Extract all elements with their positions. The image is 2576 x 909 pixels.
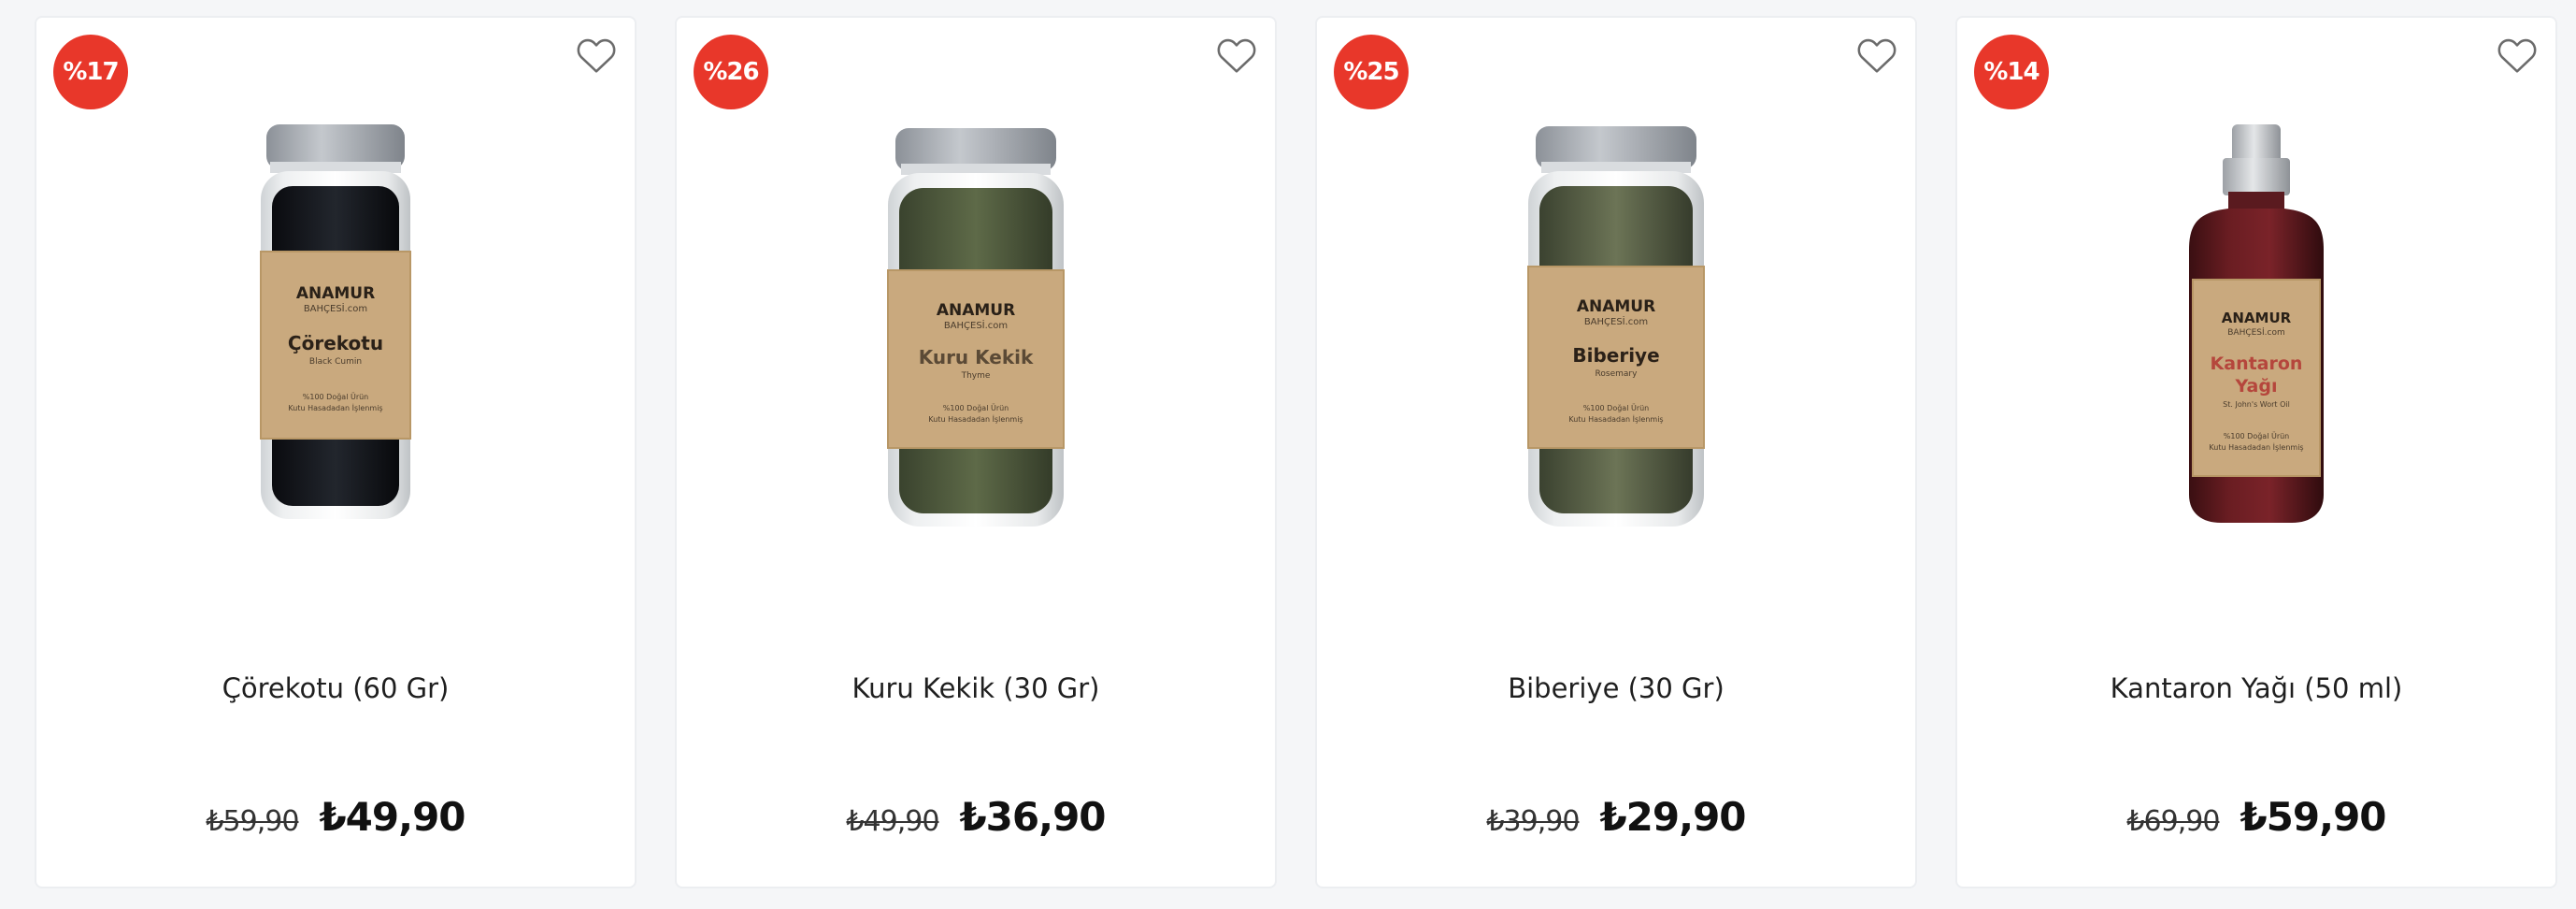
- heart-outline-icon: [577, 38, 616, 73]
- product-name[interactable]: Kuru Kekik (30 Gr): [677, 672, 1275, 704]
- product-card-biberiye[interactable]: %25 ANAMUR BAHÇESİ.com Biberiye Rosemary…: [1315, 16, 1917, 888]
- favorite-button[interactable]: [1215, 35, 1258, 76]
- product-image-link[interactable]: ANAMUR BAHÇESİ.com Biberiye Rosemary %10…: [1317, 93, 1915, 560]
- product-name[interactable]: Kantaron Yağı (50 ml): [1957, 672, 2555, 704]
- label-note: %100 Doğal Ürün: [1583, 403, 1650, 412]
- label-brand: ANAMUR: [1577, 297, 1655, 316]
- label-brand-url: BAHÇESİ.com: [2227, 327, 2285, 338]
- heart-outline-icon: [1217, 38, 1256, 73]
- label-note: Kutu Hasadadan İşlenmiş: [2209, 442, 2303, 452]
- old-price: ₺49,90: [846, 805, 939, 838]
- product-card-kuru-kekik[interactable]: %26 ANAMUR BAHÇESİ.com Kuru Kekik Thyme …: [675, 16, 1277, 888]
- product-bottle-image: ANAMUR BAHÇESİ.com Kantaron Yağı St. Joh…: [2189, 124, 2324, 523]
- label-brand: ANAMUR: [2222, 310, 2292, 326]
- label-note: %100 Doğal Ürün: [303, 392, 369, 401]
- old-price: ₺69,90: [2126, 805, 2220, 838]
- old-price: ₺39,90: [1486, 805, 1580, 838]
- product-image-link[interactable]: ANAMUR BAHÇESİ.com Çörekotu Black Cumin …: [36, 93, 635, 560]
- price-row: ₺49,90 ₺36,90: [677, 794, 1275, 840]
- product-card-corekotu[interactable]: %17 ANAMUR BAHÇESİ.com Çörekotu Black Cu…: [35, 16, 637, 888]
- new-price: ₺36,90: [959, 794, 1106, 840]
- new-price: ₺49,90: [319, 794, 465, 840]
- label-title: Yağı: [2235, 376, 2278, 397]
- new-price: ₺59,90: [2240, 794, 2386, 840]
- label-subtitle: St. John's Wort Oil: [2223, 400, 2290, 409]
- favorite-button[interactable]: [1855, 35, 1898, 76]
- product-image-link[interactable]: ANAMUR BAHÇESİ.com Kantaron Yağı St. Joh…: [1957, 93, 2555, 560]
- product-jar-image: ANAMUR BAHÇESİ.com Kuru Kekik Thyme %100…: [887, 128, 1065, 527]
- favorite-button[interactable]: [575, 35, 618, 76]
- product-name[interactable]: Biberiye (30 Gr): [1317, 672, 1915, 704]
- old-price: ₺59,90: [206, 805, 299, 838]
- heart-outline-icon: [1857, 38, 1896, 73]
- heart-outline-icon: [2497, 38, 2537, 73]
- label-title: Biberiye: [1572, 344, 1659, 367]
- product-name[interactable]: Çörekotu (60 Gr): [36, 672, 635, 704]
- favorite-button[interactable]: [2496, 35, 2539, 76]
- label-note: %100 Doğal Ürün: [943, 403, 1009, 412]
- label-note: Kutu Hasadadan İşlenmiş: [288, 403, 382, 412]
- label-title: Kantaron: [2211, 354, 2303, 374]
- label-subtitle: Rosemary: [1596, 369, 1639, 379]
- product-card-kantaron-yagi[interactable]: %14 ANAMUR BAHÇESİ.com Kantaron Yağı St.…: [1955, 16, 2557, 888]
- label-brand-url: BAHÇESİ.com: [1584, 315, 1648, 327]
- label-subtitle: Thyme: [961, 371, 991, 381]
- label-note: Kutu Hasadadan İşlenmiş: [1568, 414, 1663, 424]
- label-brand-url: BAHÇESİ.com: [304, 302, 367, 314]
- label-brand: ANAMUR: [296, 284, 375, 303]
- label-brand-url: BAHÇESİ.com: [944, 319, 1008, 331]
- price-row: ₺69,90 ₺59,90: [1957, 794, 2555, 840]
- label-brand: ANAMUR: [937, 301, 1015, 320]
- product-grid: %17 ANAMUR BAHÇESİ.com Çörekotu Black Cu…: [35, 16, 2558, 888]
- label-subtitle: Black Cumin: [309, 357, 362, 367]
- label-note: %100 Doğal Ürün: [2224, 431, 2290, 440]
- label-title: Kuru Kekik: [919, 346, 1034, 368]
- label-title: Çörekotu: [288, 332, 383, 354]
- product-image-link[interactable]: ANAMUR BAHÇESİ.com Kuru Kekik Thyme %100…: [677, 93, 1275, 560]
- price-row: ₺59,90 ₺49,90: [36, 794, 635, 840]
- label-note: Kutu Hasadadan İşlenmiş: [928, 414, 1023, 424]
- price-row: ₺39,90 ₺29,90: [1317, 794, 1915, 840]
- new-price: ₺29,90: [1599, 794, 1746, 840]
- product-jar-image: ANAMUR BAHÇESİ.com Çörekotu Black Cumin …: [260, 124, 411, 519]
- product-jar-image: ANAMUR BAHÇESİ.com Biberiye Rosemary %10…: [1527, 126, 1705, 527]
